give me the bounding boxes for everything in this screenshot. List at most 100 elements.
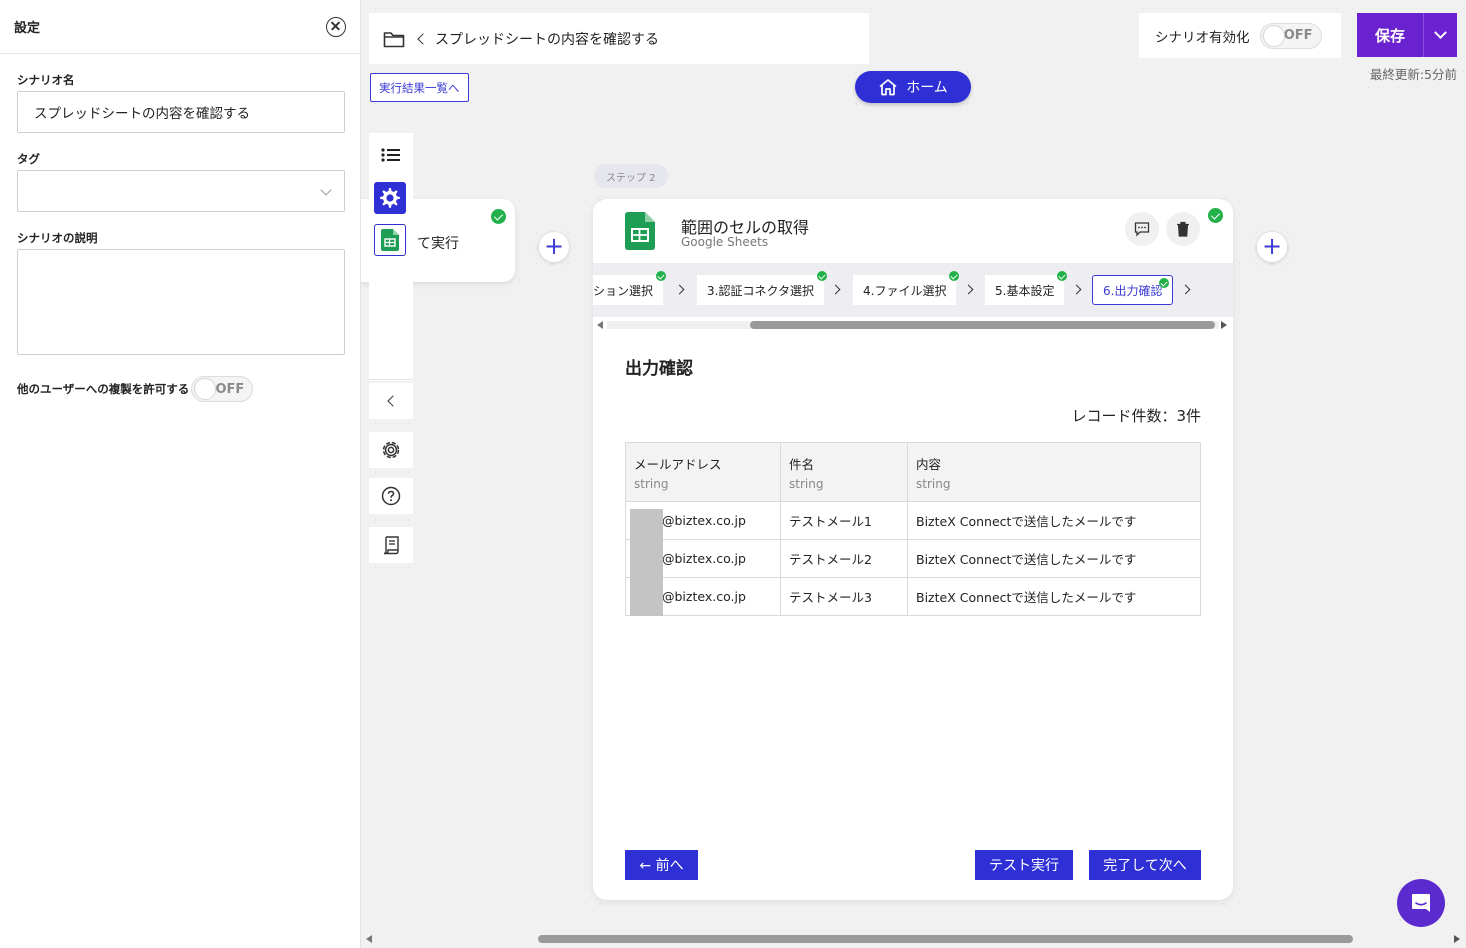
step-badge-label: ステップ 2	[606, 172, 656, 184]
scroll-right-arrow[interactable]	[1221, 321, 1227, 329]
redacted-block	[630, 540, 663, 578]
toggle-knob	[194, 378, 217, 400]
scroll-left-arrow[interactable]	[366, 935, 372, 943]
collapse-button[interactable]	[369, 383, 413, 419]
scroll-thumb[interactable]	[538, 935, 1353, 943]
delete-button[interactable]	[1166, 212, 1200, 246]
cell-text: @biztex.co.jp	[662, 589, 746, 604]
header-name: メールアドレス	[634, 456, 722, 472]
breadcrumb-title: スプレッドシートの内容を確認する	[435, 31, 659, 48]
plus-icon: +	[543, 231, 565, 260]
gear-icon	[382, 441, 400, 459]
settings-button[interactable]	[369, 432, 413, 468]
add-step-button[interactable]: +	[539, 232, 569, 262]
description-label: シナリオの説明	[17, 231, 98, 245]
trash-icon	[1177, 221, 1189, 237]
save-button[interactable]: 保存	[1357, 13, 1423, 57]
scenario-enable-label: シナリオ有効化	[1155, 29, 1250, 46]
tab-auth-connector[interactable]: 3.認証コネクタ選択	[697, 271, 827, 305]
tab-label: 4.ファイル選択	[863, 283, 947, 298]
close-icon[interactable]	[326, 16, 346, 37]
help-icon	[381, 486, 401, 506]
table-header: 件名 string	[780, 442, 908, 502]
settings-panel-header: 設定	[0, 0, 360, 54]
section-title: 出力確認	[625, 359, 693, 379]
settings-panel: 設定 シナリオ名 スプレッドシートの内容を確認する タグ シナリオの説明 他のユ…	[0, 0, 361, 948]
last-updated: 最終更新:5分前	[1369, 67, 1457, 82]
allow-copy-label: 他のユーザーへの複製を許可する	[17, 382, 190, 396]
step-2-card: 範囲のセルの取得 Google Sheets ション選択 3.認証コネクタ選択 …	[593, 199, 1233, 900]
back-arrow-icon[interactable]	[417, 32, 429, 45]
scenario-name-value: スプレッドシートの内容を確認する	[34, 106, 250, 122]
add-step-button[interactable]: +	[1257, 232, 1287, 262]
allow-copy-row: 他のユーザーへの複製を許可する OFF	[17, 376, 254, 402]
chevron-right-icon	[674, 284, 685, 295]
table-cell: @biztex.co.jp	[625, 501, 781, 540]
table-row: @biztex.co.jp テストメール2 BizteX Connectで送信し…	[625, 539, 1201, 578]
home-label: ホーム	[906, 80, 948, 96]
scroll-document-icon	[383, 536, 399, 555]
folder-icon[interactable]	[383, 30, 405, 48]
plus-icon: +	[1261, 231, 1283, 260]
header-type: string	[634, 476, 669, 491]
step-card-header: 範囲のセルの取得 Google Sheets	[593, 199, 1233, 263]
tab-action-select[interactable]: ション選択	[593, 271, 667, 305]
log-button[interactable]	[369, 527, 413, 563]
chat-button[interactable]	[1397, 879, 1445, 927]
scroll-thumb[interactable]	[750, 321, 1215, 329]
list-icon[interactable]	[381, 147, 401, 167]
chevron-right-icon	[830, 284, 841, 295]
comment-icon	[1134, 222, 1150, 237]
tab-output-confirm[interactable]: 6.出力確認	[1092, 275, 1174, 305]
prev-button[interactable]: ← 前へ	[625, 850, 698, 880]
step-sheets-button[interactable]	[374, 224, 406, 256]
breadcrumb: スプレッドシートの内容を確認する	[369, 13, 869, 64]
google-sheets-icon	[625, 212, 655, 250]
table-cell: BizteX Connectで送信したメールです	[907, 539, 1201, 578]
redacted-block	[630, 578, 663, 616]
description-textarea[interactable]	[17, 249, 345, 355]
settings-title: 設定	[14, 21, 41, 36]
complete-next-button[interactable]: 完了して次へ	[1089, 850, 1201, 880]
results-list-link[interactable]: 実行結果一覧へ	[370, 73, 469, 102]
step-settings-button[interactable]	[374, 182, 406, 214]
tab-label: 3.認証コネクタ選択	[707, 283, 814, 298]
toolbar-divider	[369, 379, 413, 380]
comment-button[interactable]	[1125, 212, 1159, 246]
check-icon	[656, 271, 667, 281]
home-button[interactable]: ホーム	[855, 71, 971, 103]
scenario-enable-card: シナリオ有効化 OFF	[1139, 13, 1341, 58]
tab-label: ション選択	[593, 283, 654, 298]
scroll-left-arrow[interactable]	[597, 321, 603, 329]
table-header: 内容 string	[907, 442, 1201, 502]
table-cell: BizteX Connectで送信したメールです	[907, 501, 1201, 540]
table-header-row: メールアドレス string 件名 string 内容 string	[625, 442, 1201, 502]
table-cell: @biztex.co.jp	[625, 577, 781, 616]
save-button-group: 保存	[1357, 13, 1457, 57]
tab-file-select[interactable]: 4.ファイル選択	[853, 271, 960, 305]
canvas-scrollbar[interactable]	[361, 931, 1466, 948]
help-button[interactable]	[369, 478, 413, 514]
save-dropdown-button[interactable]	[1423, 13, 1457, 57]
header-name: 内容	[916, 456, 942, 472]
scroll-right-arrow[interactable]	[1454, 935, 1460, 943]
tabs-scrollbar[interactable]	[593, 317, 1233, 335]
chevron-down-icon	[320, 184, 332, 196]
check-icon	[949, 271, 960, 281]
scenario-name-input[interactable]: スプレッドシートの内容を確認する	[17, 91, 345, 133]
test-run-button[interactable]: テスト実行	[975, 850, 1073, 880]
scenario-name-label: シナリオ名	[17, 73, 75, 87]
toggle-knob	[1262, 24, 1285, 47]
tab-basic-settings[interactable]: 5.基本設定	[985, 271, 1068, 305]
table-cell: BizteX Connectで送信したメールです	[907, 577, 1201, 616]
tab-label: 6.出力確認	[1103, 283, 1163, 298]
allow-copy-toggle[interactable]: OFF	[191, 376, 254, 402]
redacted-block	[630, 509, 663, 540]
chevron-right-icon	[1071, 284, 1082, 295]
chevron-right-icon	[963, 284, 974, 295]
output-table: メールアドレス string 件名 string 内容 string @biztex.…	[625, 442, 1201, 616]
scenario-enable-toggle[interactable]: OFF	[1259, 22, 1322, 49]
google-sheets-icon	[381, 229, 399, 251]
chevron-left-icon	[387, 395, 399, 407]
tag-select[interactable]	[17, 170, 345, 212]
